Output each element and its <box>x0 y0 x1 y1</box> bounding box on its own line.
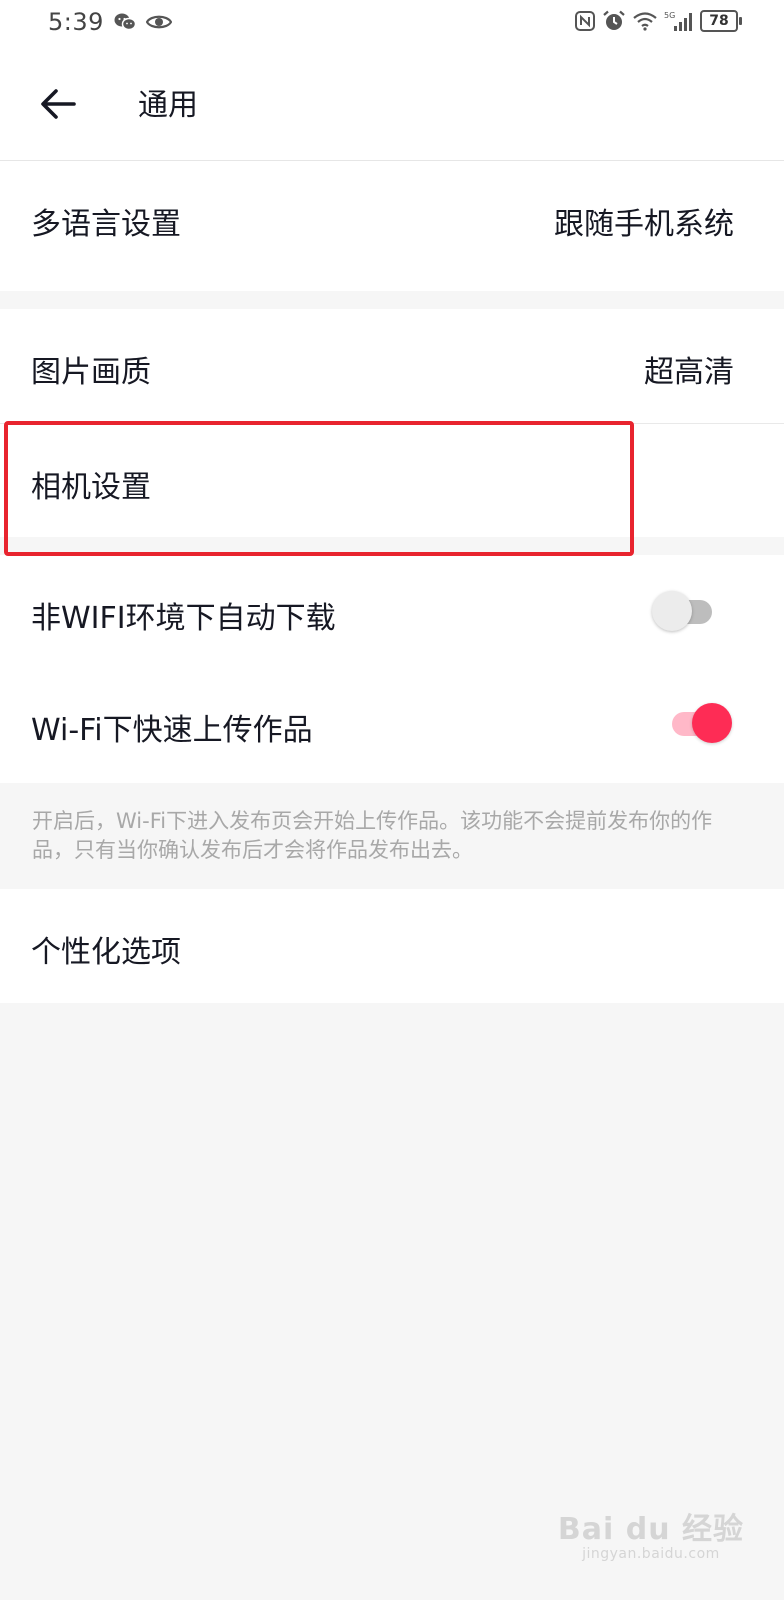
fast-upload-label: Wi-Fi下快速上传作品 <box>31 713 313 748</box>
image-quality-label: 图片画质 <box>31 355 151 390</box>
fast-upload-hint: 开启后，Wi-Fi下进入发布页会开始上传作品。该功能不会提前发布你的作品，只有当… <box>0 783 784 889</box>
setting-row-personalization[interactable]: 个性化选项 <box>0 889 784 1003</box>
setting-row-fast-upload: Wi-Fi下快速上传作品 <box>0 669 784 783</box>
watermark: Bai du 经验 jingyan.baidu.com <box>558 1504 744 1562</box>
toggle-knob <box>652 591 692 631</box>
watermark-sub: jingyan.baidu.com <box>582 1546 720 1562</box>
setting-row-auto-download: 非WIFI环境下自动下载 <box>0 555 784 669</box>
signal-icon: 5G <box>664 10 694 32</box>
language-label: 多语言设置 <box>31 207 181 242</box>
status-left: 5:39 <box>48 8 172 36</box>
eye-icon <box>145 13 172 31</box>
auto-download-label: 非WIFI环境下自动下载 <box>31 601 336 636</box>
wifi-icon <box>632 11 658 31</box>
section-gap <box>0 291 784 309</box>
status-bar: 5:39 5G 78 <box>0 0 784 48</box>
watermark-main: Bai du 经验 <box>557 1512 744 1547</box>
status-right: 5G 78 <box>574 10 742 32</box>
alarm-icon <box>602 10 626 32</box>
setting-row-language[interactable]: 多语言设置 跟随手机系统 <box>0 161 784 291</box>
setting-row-image-quality[interactable]: 图片画质 超高清 <box>0 309 784 423</box>
fast-upload-toggle[interactable] <box>666 703 732 743</box>
network-label: 5G <box>664 11 675 20</box>
status-time: 5:39 <box>48 8 104 36</box>
arrow-left-icon <box>41 89 76 119</box>
battery-indicator: 78 <box>700 10 742 32</box>
section-gap <box>0 537 784 555</box>
wechat-icon <box>114 12 136 32</box>
language-value: 跟随手机系统 <box>554 207 734 242</box>
auto-download-toggle[interactable] <box>652 591 718 631</box>
setting-row-camera[interactable]: 相机设置 <box>0 424 784 537</box>
personalization-label: 个性化选项 <box>31 935 181 970</box>
nfc-icon <box>574 10 596 32</box>
image-quality-value: 超高清 <box>644 355 734 390</box>
toggle-knob <box>692 703 732 743</box>
page-title: 通用 <box>138 88 198 123</box>
back-button[interactable] <box>38 84 78 124</box>
camera-settings-label: 相机设置 <box>31 470 151 505</box>
nav-bar: 通用 <box>0 48 784 161</box>
